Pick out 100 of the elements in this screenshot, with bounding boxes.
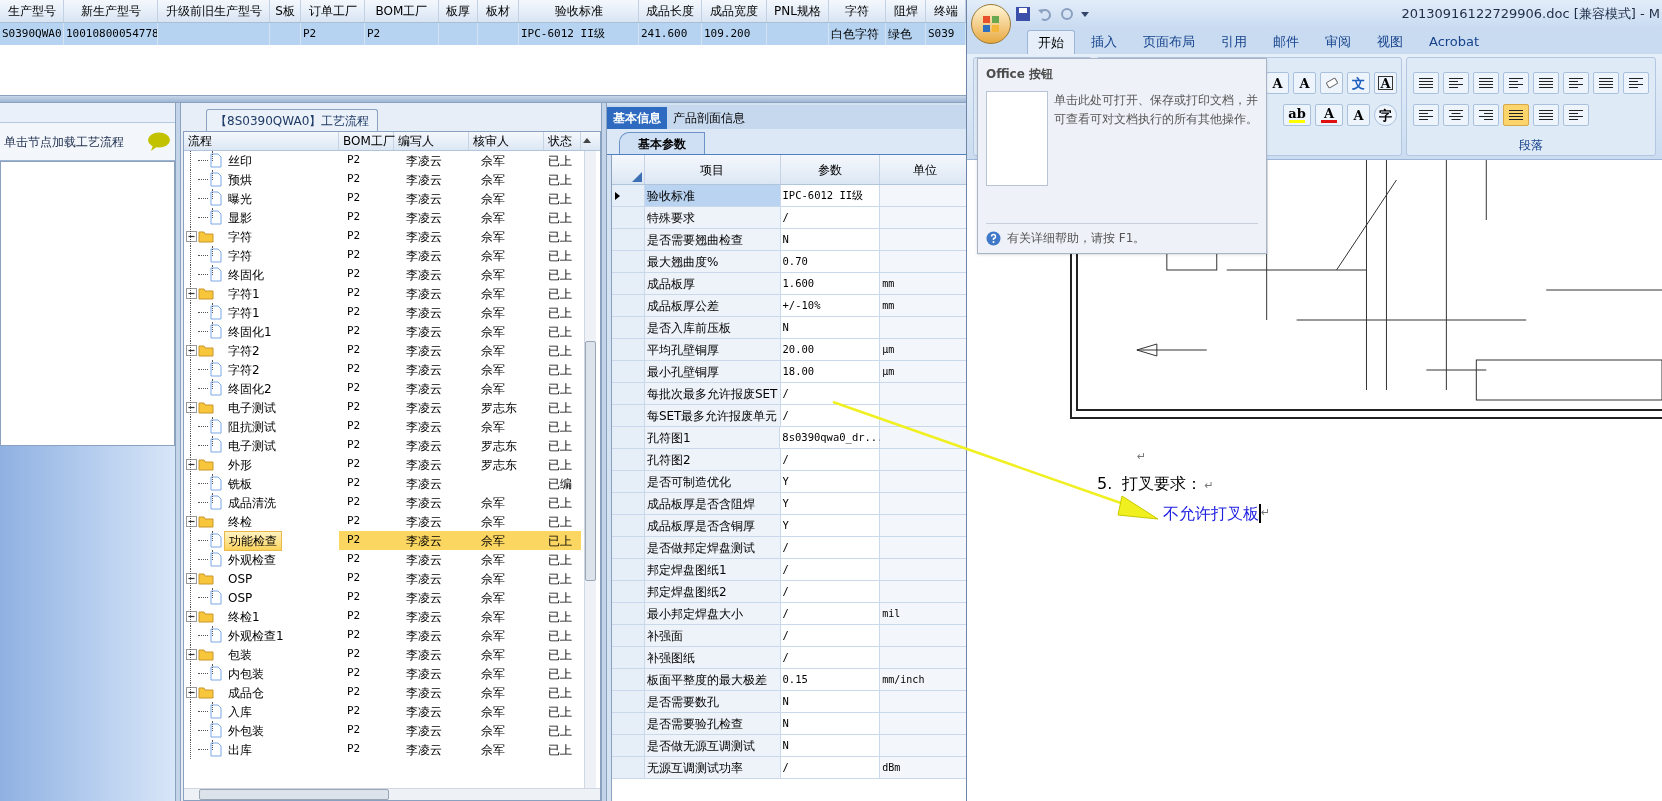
align-button[interactable] bbox=[1533, 104, 1559, 126]
table-row[interactable]: 板面平整度的最大极差 0.15 mm/inch bbox=[612, 669, 970, 691]
process-name[interactable]: 成品仓 bbox=[224, 683, 268, 702]
process-name[interactable]: 阻抗测试 bbox=[224, 417, 280, 436]
table-row[interactable]: 成品板厚是否含阻焊 Y bbox=[612, 493, 970, 515]
table-row[interactable]: 成品板厚公差 +/-10% mm bbox=[612, 295, 970, 317]
table-row[interactable]: 是否需要翘曲检查 N bbox=[612, 229, 970, 251]
process-name[interactable]: 入库 bbox=[224, 702, 256, 721]
ribbon-tab[interactable]: 视图 bbox=[1367, 30, 1413, 54]
process-name[interactable]: 包装 bbox=[224, 645, 256, 664]
process-name[interactable]: 外观检查 bbox=[224, 550, 280, 569]
table-row[interactable]: 特殊要求 / bbox=[612, 207, 970, 229]
table-row[interactable]: 是否需要数孔 N bbox=[612, 691, 970, 713]
process-name[interactable]: OSP bbox=[224, 569, 257, 588]
table-row[interactable]: 孔符图1 8s0390qwa0_dr... bbox=[612, 427, 970, 449]
clear-format-button[interactable] bbox=[1320, 72, 1343, 94]
column-header[interactable]: BOM工厂 bbox=[365, 0, 439, 22]
align-button[interactable] bbox=[1503, 104, 1529, 126]
process-name[interactable]: 字符1 bbox=[224, 303, 264, 322]
process-name[interactable]: 终固化1 bbox=[224, 322, 276, 341]
process-name[interactable]: 字符 bbox=[224, 246, 256, 265]
process-name[interactable]: 字符1 bbox=[224, 284, 264, 303]
table-row[interactable]: 验收标准 IPC-6012 II级 bbox=[612, 185, 970, 207]
column-header[interactable]: S板 bbox=[270, 0, 301, 22]
process-name[interactable]: 显影 bbox=[224, 208, 256, 227]
collapse-icon[interactable] bbox=[186, 649, 197, 660]
table-row[interactable]: 最小孔壁铜厚 18.00 μm bbox=[612, 361, 970, 383]
table-row[interactable]: 每批次最多允许报废SET / bbox=[612, 383, 970, 405]
column-header[interactable]: 核审人 bbox=[469, 132, 544, 150]
collapse-icon[interactable] bbox=[186, 231, 197, 242]
column-header[interactable]: 字符 bbox=[829, 0, 886, 22]
column-header[interactable]: 成品宽度 bbox=[702, 0, 767, 22]
enclose-char-button[interactable]: 字 bbox=[1374, 104, 1397, 126]
process-name[interactable]: 终固化 bbox=[224, 265, 268, 284]
column-header[interactable]: 新生产型号 bbox=[64, 0, 158, 22]
table-row[interactable]: 最大翘曲度% 0.70 bbox=[612, 251, 970, 273]
column-header[interactable]: 成品长度 bbox=[639, 0, 702, 22]
collapse-icon[interactable] bbox=[186, 687, 197, 698]
process-name[interactable]: 出库 bbox=[224, 740, 256, 759]
process-name[interactable]: 字符2 bbox=[224, 360, 264, 379]
column-header[interactable]: BOM工厂 bbox=[339, 132, 394, 150]
table-row[interactable]: 是否做邦定焊盘测试 / bbox=[612, 537, 970, 559]
table-row[interactable]: 是否可制造优化 Y bbox=[612, 471, 970, 493]
ribbon-tab[interactable]: 审阅 bbox=[1315, 30, 1361, 54]
table-row[interactable]: 成品板厚 1.600 mm bbox=[612, 273, 970, 295]
table-row[interactable]: 邦定焊盘图纸1 / bbox=[612, 559, 970, 581]
tab[interactable]: 基本信息 bbox=[607, 107, 667, 129]
process-name[interactable]: OSP bbox=[224, 588, 257, 607]
tab[interactable]: 产品剖面信息 bbox=[667, 107, 751, 129]
column-header[interactable]: 板厚 bbox=[439, 0, 478, 22]
process-name[interactable]: 丝印 bbox=[224, 151, 256, 170]
process-name[interactable]: 终检1 bbox=[224, 607, 264, 626]
collapse-icon[interactable] bbox=[186, 611, 197, 622]
dropdown-icon[interactable] bbox=[1081, 10, 1089, 18]
table-row[interactable]: 是否做无源互调测试 N bbox=[612, 735, 970, 757]
font-color-button[interactable]: A bbox=[1315, 104, 1343, 126]
char-shading-button[interactable]: A bbox=[1347, 104, 1370, 126]
process-name[interactable]: 成品清洗 bbox=[224, 493, 280, 512]
table-row[interactable]: 邦定焊盘图纸2 / bbox=[612, 581, 970, 603]
collapse-icon[interactable] bbox=[186, 402, 197, 413]
collapse-icon[interactable] bbox=[186, 288, 197, 299]
table-row[interactable]: 最小邦定焊盘大小 / mil bbox=[612, 603, 970, 625]
highlight-button[interactable]: ab bbox=[1283, 104, 1311, 126]
ribbon-tab[interactable]: 页面布局 bbox=[1133, 30, 1205, 54]
process-name[interactable]: 铣板 bbox=[224, 474, 256, 493]
ribbon-tab[interactable]: 插入 bbox=[1081, 30, 1127, 54]
collapse-icon[interactable] bbox=[186, 345, 197, 356]
column-header[interactable]: 流程 bbox=[184, 132, 339, 150]
font-shrink-button[interactable]: A bbox=[1293, 72, 1316, 94]
align-button[interactable] bbox=[1443, 104, 1469, 126]
column-header[interactable]: 升级前旧生产型号 bbox=[158, 0, 270, 22]
table-row[interactable]: 是否需要验孔检查 N bbox=[612, 713, 970, 735]
collapse-icon[interactable] bbox=[186, 459, 197, 470]
font-grow-button[interactable]: A bbox=[1266, 72, 1289, 94]
process-name[interactable]: 外观检查1 bbox=[224, 626, 288, 645]
process-name[interactable]: 功能检查 bbox=[224, 530, 282, 551]
tab[interactable]: 基本参数 bbox=[619, 132, 705, 154]
ribbon-tab[interactable]: 开始 bbox=[1027, 30, 1075, 54]
char-border-button[interactable]: A bbox=[1374, 72, 1397, 94]
table-row[interactable]: 每SET最多允许报废单元 / bbox=[612, 405, 970, 427]
process-name[interactable]: 终检 bbox=[224, 512, 256, 531]
save-icon[interactable] bbox=[1015, 6, 1031, 22]
horizontal-scrollbar[interactable] bbox=[184, 788, 600, 800]
column-header[interactable]: 参数 bbox=[780, 155, 881, 184]
phonetic-button[interactable]: 文 bbox=[1347, 72, 1370, 94]
table-row[interactable]: 补强图纸 / bbox=[612, 647, 970, 669]
process-name[interactable]: 预烘 bbox=[224, 170, 256, 189]
process-name[interactable]: 电子测试 bbox=[224, 436, 280, 455]
column-header[interactable]: 生产型号 bbox=[0, 0, 64, 22]
process-name[interactable]: 电子测试 bbox=[224, 398, 280, 417]
collapse-icon[interactable] bbox=[186, 516, 197, 527]
column-header[interactable]: 订单工厂 bbox=[301, 0, 365, 22]
column-header[interactable]: 编写人 bbox=[394, 132, 469, 150]
collapse-icon[interactable] bbox=[186, 573, 197, 584]
process-name[interactable]: 字符2 bbox=[224, 341, 264, 360]
column-header[interactable]: 阻焊 bbox=[886, 0, 926, 22]
table-row[interactable]: 平均孔壁铜厚 20.00 μm bbox=[612, 339, 970, 361]
ribbon-tab[interactable]: 引用 bbox=[1211, 30, 1257, 54]
process-name[interactable]: 内包装 bbox=[224, 664, 268, 683]
column-header[interactable]: 验收标准 bbox=[519, 0, 639, 22]
